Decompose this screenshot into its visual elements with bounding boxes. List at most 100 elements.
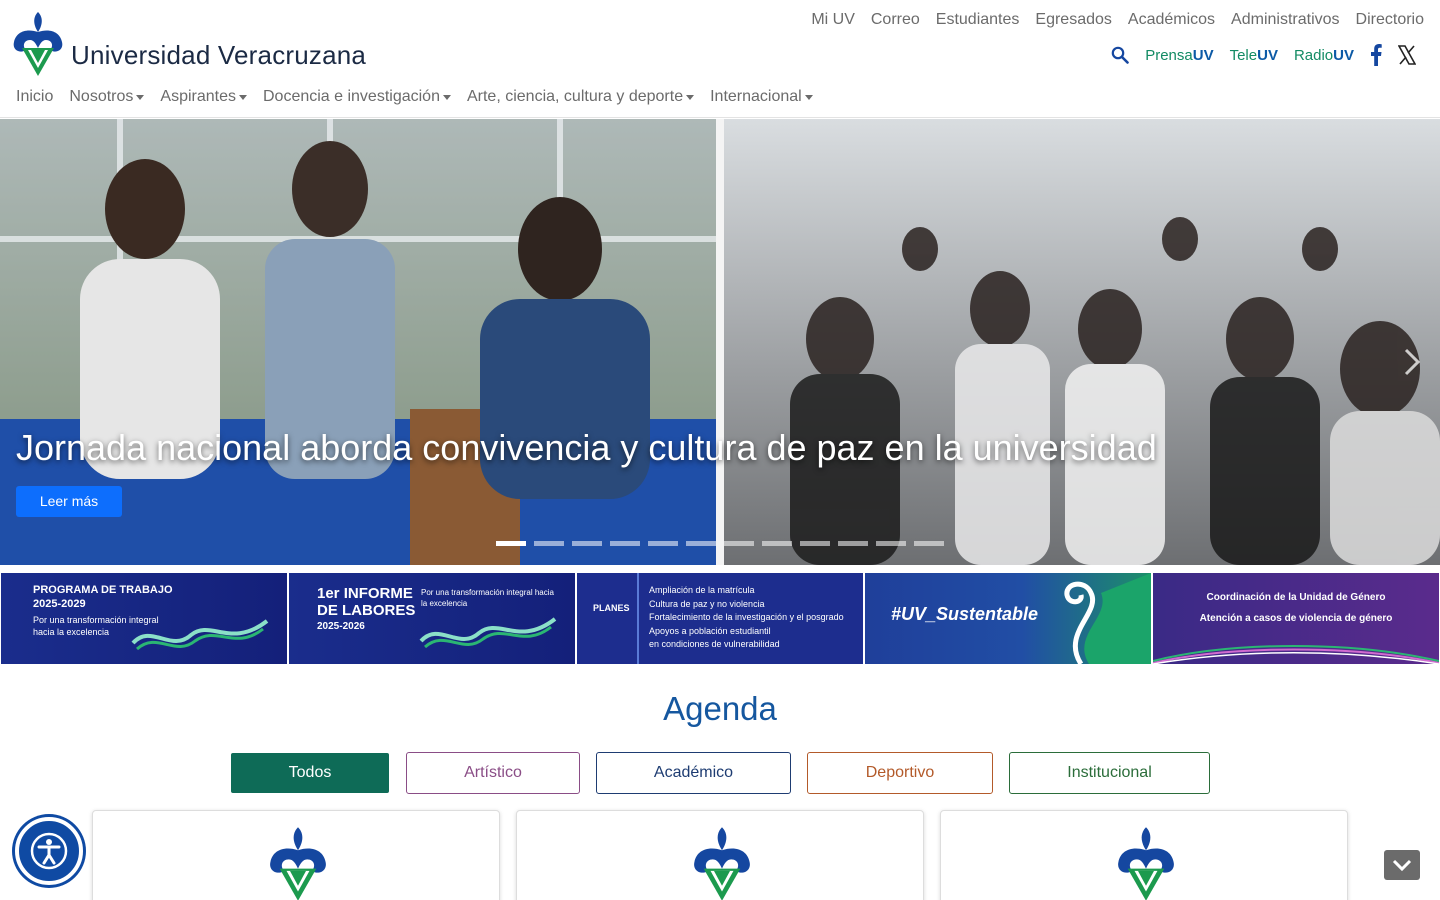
filter-academico[interactable]: Académico <box>596 752 791 794</box>
nav-internacional[interactable]: Internacional <box>710 88 813 106</box>
carousel-indicator[interactable] <box>838 541 868 546</box>
wave-icon <box>1153 645 1439 664</box>
banner-planes[interactable]: PLANES Ampliación de la matrícula Cultur… <box>577 573 863 664</box>
read-more-button[interactable]: Leer más <box>16 486 122 517</box>
banner-3-item: Fortalecimiento de la investigación y el… <box>649 612 844 622</box>
nav-arte[interactable]: Arte, ciencia, cultura y deporte <box>466 88 695 106</box>
toplink-administrativos[interactable]: Administrativos <box>1231 11 1339 29</box>
agenda-filters: Todos Artístico Académico Deportivo Inst… <box>230 752 1210 794</box>
nav-nosotros-label: Nosotros <box>69 88 134 105</box>
caret-down-icon <box>442 94 451 100</box>
carousel-indicators <box>496 541 944 546</box>
agenda-cards <box>92 810 1348 900</box>
banner-5-line2: Atención a casos de violencia de género <box>1199 613 1393 624</box>
top-links: Mi UV Correo Estudiantes Egresados Acadé… <box>811 11 1424 29</box>
banner-5-line1: Coordinación de la Unidad de Género <box>1206 592 1386 603</box>
site-title[interactable]: Universidad Veracruzana <box>71 40 366 71</box>
banner-1-line1: PROGRAMA DE TRABAJO <box>33 584 173 596</box>
carousel-indicator[interactable] <box>876 541 906 546</box>
banner-3-list: Ampliación de la matrícula Cultura de pa… <box>649 584 844 652</box>
nav-nosotros[interactable]: Nosotros <box>69 88 145 106</box>
banner-3-item: Ampliación de la matrícula <box>649 585 755 595</box>
radio-suffix: UV <box>1333 46 1354 64</box>
banner-1-line4: hacia la excelencia <box>33 627 110 637</box>
caret-down-icon <box>136 94 145 100</box>
radio-label: Radio <box>1293 46 1334 64</box>
prensa-suffix: UV <box>1192 46 1214 64</box>
toplink-correo[interactable]: Correo <box>871 11 920 29</box>
banner-3-item: en condiciones de vulnerabilidad <box>649 639 780 649</box>
uv-logo-icon <box>1118 827 1174 900</box>
hero-carousel[interactable]: Jornada nacional aborda convivencia y cu… <box>0 119 1440 565</box>
filter-todos[interactable]: Todos <box>230 752 390 794</box>
tele-uv-link[interactable]: TeleUV <box>1230 47 1278 64</box>
filter-deportivo[interactable]: Deportivo <box>807 752 993 794</box>
nav-docencia[interactable]: Docencia e investigación <box>263 88 451 106</box>
carousel-indicator[interactable] <box>914 541 944 546</box>
nav-arte-label: Arte, ciencia, cultura y deporte <box>466 88 684 105</box>
carousel-indicator[interactable] <box>572 541 602 546</box>
agenda-title: Agenda <box>663 690 777 727</box>
toplink-estudiantes[interactable]: Estudiantes <box>936 11 1020 29</box>
carousel-indicator[interactable] <box>610 541 640 546</box>
chevron-right-icon[interactable] <box>1402 347 1422 377</box>
banner-3-item: Cultura de paz y no violencia <box>649 598 765 609</box>
banner-3-label: PLANES <box>593 603 630 613</box>
banner-1-line2: 2025-2029 <box>33 598 86 610</box>
banner-unidad-genero[interactable]: Coordinación de la Unidad de Género Aten… <box>1153 573 1439 664</box>
banner-2-line3: 2025-2026 <box>317 621 365 632</box>
facebook-icon[interactable] <box>1370 44 1382 66</box>
search-icon[interactable] <box>1111 46 1130 64</box>
hero-caption: Jornada nacional aborda convivencia y cu… <box>16 427 1157 468</box>
agenda-card[interactable] <box>92 810 500 900</box>
agenda-card[interactable] <box>940 810 1348 900</box>
nav-inicio[interactable]: Inicio <box>16 88 53 106</box>
prensa-label: Prensa <box>1145 46 1193 64</box>
caret-down-icon <box>804 94 813 100</box>
accessibility-button[interactable] <box>15 817 83 885</box>
banner-informe-labores[interactable]: 1er INFORME DE LABORES 2025-2026 Por una… <box>289 573 575 664</box>
nav-aspirantes[interactable]: Aspirantes <box>160 88 247 106</box>
carousel-indicator[interactable] <box>800 541 830 546</box>
toplink-academicos[interactable]: Académicos <box>1128 11 1215 29</box>
caret-down-icon <box>686 94 695 100</box>
uv-logo-icon <box>694 827 750 900</box>
carousel-indicator[interactable] <box>762 541 792 546</box>
wave-icon <box>419 617 557 649</box>
caret-down-icon <box>238 94 247 100</box>
toplink-directorio[interactable]: Directorio <box>1356 11 1424 29</box>
nav-inicio-label: Inicio <box>16 88 54 105</box>
banner-uv-sustentable[interactable]: #UV_Sustentable <box>865 573 1151 664</box>
carousel-indicator[interactable] <box>686 541 716 546</box>
banner-3-divider <box>637 573 639 664</box>
wave-icon <box>131 619 269 651</box>
banner-2-line1: 1er INFORME <box>317 585 413 602</box>
banner-programa-trabajo[interactable]: PROGRAMA DE TRABAJO 2025-2029 Por una tr… <box>1 573 287 664</box>
uv-logo-icon[interactable] <box>12 10 64 78</box>
main-nav: Inicio Nosotros Aspirantes Docencia e in… <box>16 88 813 106</box>
toplink-mi-uv[interactable]: Mi UV <box>811 11 855 29</box>
banner-strip: PROGRAMA DE TRABAJO 2025-2029 Por una tr… <box>0 573 1440 664</box>
carousel-indicator[interactable] <box>534 541 564 546</box>
agenda-card[interactable] <box>516 810 924 900</box>
radio-uv-link[interactable]: RadioUV <box>1294 47 1354 64</box>
carousel-indicator[interactable] <box>648 541 678 546</box>
media-links: PrensaUV TeleUV RadioUV <box>1111 44 1416 66</box>
banner-2-line2: DE LABORES <box>317 602 416 619</box>
carousel-indicator[interactable] <box>496 541 526 546</box>
filter-institucional[interactable]: Institucional <box>1009 752 1210 794</box>
toplink-egresados[interactable]: Egresados <box>1035 11 1112 29</box>
x-icon[interactable] <box>1398 45 1416 65</box>
uv-leaf-icon <box>1064 573 1151 664</box>
filter-artistico[interactable]: Artístico <box>406 752 580 794</box>
nav-aspirantes-label: Aspirantes <box>160 88 236 105</box>
carousel-indicator[interactable] <box>724 541 754 546</box>
scroll-down-button[interactable] <box>1384 850 1420 880</box>
uv-logo-icon <box>270 827 326 900</box>
tele-label: Tele <box>1229 46 1258 64</box>
prensa-uv-link[interactable]: PrensaUV <box>1145 47 1213 64</box>
tele-suffix: UV <box>1257 46 1278 64</box>
accessibility-icon <box>30 832 68 870</box>
site-header: Universidad Veracruzana Mi UV Correo Est… <box>0 0 1440 118</box>
chevron-down-icon <box>1392 859 1412 871</box>
